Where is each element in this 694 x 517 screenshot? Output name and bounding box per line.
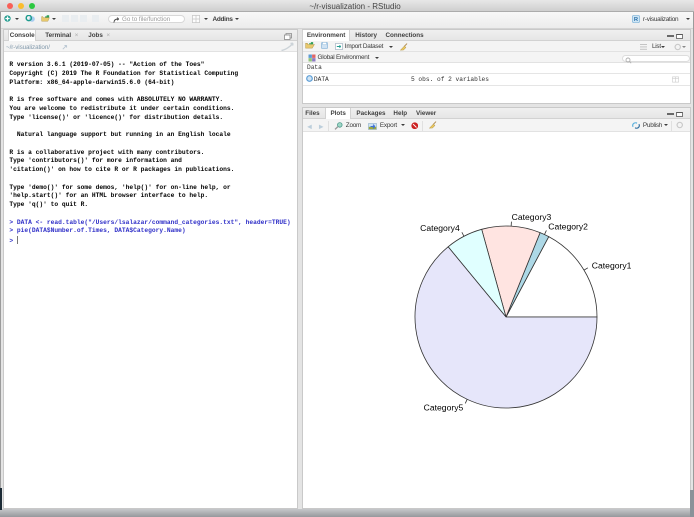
svg-text:Category4: Category4 [420, 223, 460, 233]
svg-text:Category1: Category1 [592, 260, 632, 270]
svg-text:Category3: Category3 [512, 212, 552, 222]
svg-text:Category2: Category2 [548, 221, 588, 231]
svg-text:Category5: Category5 [424, 403, 464, 413]
